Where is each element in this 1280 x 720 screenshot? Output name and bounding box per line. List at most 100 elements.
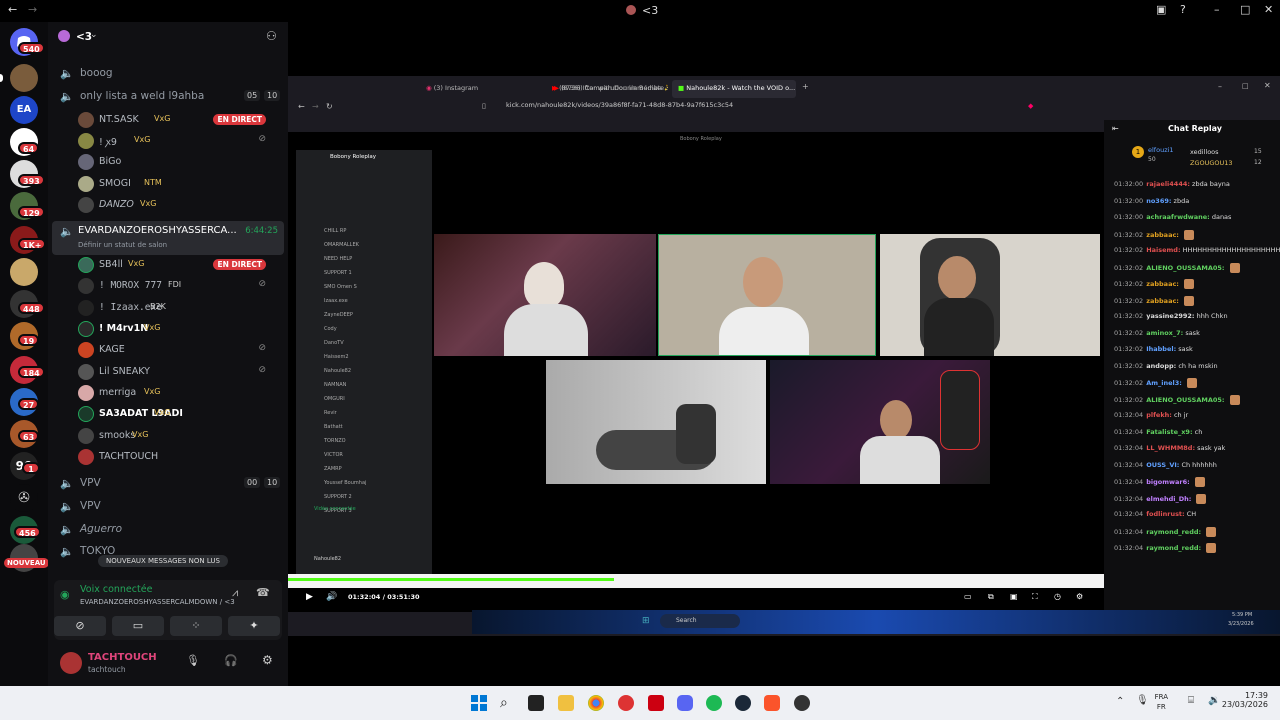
browser-tab[interactable]: ▶ (8736) Comparution immédiate : jug... bbox=[548, 80, 670, 98]
reload-icon[interactable]: ↻ bbox=[326, 102, 333, 111]
language-indicator[interactable]: FRA FR bbox=[1155, 692, 1168, 712]
search-icon[interactable]: ⌕ bbox=[500, 695, 516, 711]
browser-tab-active[interactable]: ■ Nahoule82k - Watch the VOID o... bbox=[672, 80, 796, 98]
chat-username[interactable]: zabbaac: bbox=[1146, 231, 1179, 239]
chat-username[interactable]: OUSS_VI: bbox=[1146, 461, 1179, 469]
voice-user[interactable]: ! M4rv1N VxG bbox=[78, 319, 278, 339]
back-arrow-icon[interactable]: ← bbox=[8, 3, 17, 16]
collapse-chat-icon[interactable]: ⇤ bbox=[1112, 124, 1119, 133]
headphones-icon[interactable]: 🎧 bbox=[224, 654, 238, 667]
new-messages-pill[interactable]: NOUVEAUX MESSAGES NON LUS bbox=[98, 555, 228, 567]
extension-icon[interactable]: ◆ bbox=[1028, 102, 1033, 110]
chat-username[interactable]: zabbaac: bbox=[1146, 297, 1179, 305]
help-icon[interactable]: ? bbox=[1180, 3, 1186, 16]
chat-username[interactable]: rajaeli4444: bbox=[1146, 180, 1190, 188]
server-icon[interactable] bbox=[10, 64, 38, 92]
channel-status-hint[interactable]: Définir un statut de salon bbox=[78, 241, 167, 249]
voice-user[interactable]: NT.SASK VxG EN DIRECT bbox=[78, 110, 278, 130]
voice-channel-path[interactable]: EVARDANZOEROSHYASSERCALMDOWN / <3 bbox=[80, 598, 235, 606]
new-tab-icon[interactable]: + bbox=[802, 82, 809, 91]
maximize-icon[interactable]: □ bbox=[1240, 3, 1250, 16]
app-icon[interactable] bbox=[618, 695, 634, 711]
add-member-icon[interactable]: ⚇ bbox=[266, 29, 277, 43]
steam-icon[interactable] bbox=[735, 695, 751, 711]
voice-user[interactable]: smooks VxG bbox=[78, 426, 278, 446]
chat-username[interactable]: Haisemd: bbox=[1146, 246, 1180, 254]
minimize-icon[interactable]: – bbox=[1218, 82, 1222, 91]
voice-user[interactable]: SB4ll VxG EN DIRECT bbox=[78, 255, 278, 275]
browser-tab[interactable]: ◉ (3) Instagram bbox=[420, 80, 540, 98]
inbox-icon[interactable]: ▣ bbox=[1156, 3, 1166, 16]
disconnect-icon[interactable]: ☎ bbox=[256, 586, 270, 599]
chat-username[interactable]: plfekh: bbox=[1146, 411, 1172, 419]
clip-icon[interactable]: ⧉ bbox=[988, 592, 994, 602]
forward-arrow-icon[interactable]: → bbox=[28, 3, 37, 16]
back-icon[interactable]: ← bbox=[298, 102, 305, 111]
chat-username[interactable]: Ihabbel: bbox=[1146, 345, 1176, 353]
chevron-down-icon[interactable]: ⌄ bbox=[90, 30, 98, 40]
chat-username[interactable]: ALIENO_OUSSAMA05: bbox=[1146, 396, 1224, 404]
play-icon[interactable]: ▶ bbox=[306, 592, 313, 602]
voice-user[interactable]: ! Izaax.exe B2K bbox=[78, 298, 278, 318]
windows-start-icon[interactable] bbox=[471, 695, 487, 711]
voice-user[interactable]: KAGE ⊘ bbox=[78, 340, 278, 360]
voice-user[interactable]: TACHTOUCH bbox=[78, 447, 278, 467]
soundboard-button[interactable]: ✦ bbox=[228, 616, 280, 636]
voice-channel[interactable]: 🔈 Aguerro bbox=[56, 520, 282, 540]
camera-off-button[interactable]: ⊘ bbox=[54, 616, 106, 636]
bookmark-icon[interactable]: ▯ bbox=[482, 102, 486, 110]
voice-user[interactable]: BiGo bbox=[78, 152, 278, 172]
chat-username[interactable]: ALIENO_OUSSAMA05: bbox=[1146, 264, 1224, 272]
camera-tile[interactable] bbox=[434, 234, 656, 356]
chat-username[interactable]: Am_inel3: bbox=[1146, 379, 1182, 387]
forward-icon[interactable]: → bbox=[312, 102, 319, 111]
task-view-icon[interactable] bbox=[528, 695, 544, 711]
chat-username[interactable]: no369: bbox=[1146, 197, 1171, 205]
microphone-icon[interactable]: 🎙 bbox=[1136, 695, 1149, 706]
voice-channel[interactable]: 🔈 only lista a weld l9ahba 05 10 bbox=[56, 87, 282, 107]
adobe-icon[interactable] bbox=[648, 695, 664, 711]
system-clock[interactable]: 17:39 23/03/2026 bbox=[1222, 691, 1268, 709]
noise-suppression-icon[interactable]: ⩘ bbox=[232, 586, 238, 600]
chat-username[interactable]: andopp: bbox=[1146, 362, 1176, 370]
voice-user[interactable]: ! ꭗ9 VxG ⊘ bbox=[78, 131, 278, 151]
chat-username[interactable]: aminox_7: bbox=[1146, 329, 1183, 337]
chat-username[interactable]: raymond_redd: bbox=[1146, 528, 1201, 536]
volume-icon[interactable]: 🔊 bbox=[326, 592, 337, 602]
new-unread-pill[interactable]: NOUVEAU bbox=[4, 558, 49, 568]
close-icon[interactable]: ✕ bbox=[1264, 3, 1273, 16]
voice-status[interactable]: Voix connectée bbox=[80, 584, 152, 595]
maximize-icon[interactable]: □ bbox=[1242, 82, 1249, 90]
address-bar[interactable]: kick.com/nahoule82k/videos/39a86f8f-fa71… bbox=[506, 101, 733, 109]
activities-button[interactable]: ⁘ bbox=[170, 616, 222, 636]
settings-gear-icon[interactable]: ⚙ bbox=[1076, 592, 1083, 601]
server-icon[interactable]: ✇ bbox=[10, 484, 38, 512]
settings-gear-icon[interactable]: ⚙ bbox=[262, 653, 273, 667]
chat-username[interactable]: achraafrwdwane: bbox=[1146, 213, 1210, 221]
ea-server-icon[interactable]: EA bbox=[10, 96, 38, 124]
fullscreen-icon[interactable]: ⛶ bbox=[1032, 592, 1038, 602]
camera-tile[interactable] bbox=[770, 360, 990, 484]
volume-icon[interactable]: 🔉 bbox=[1208, 695, 1220, 706]
screen-share-button[interactable]: ▭ bbox=[112, 616, 164, 636]
microphone-icon[interactable]: 🎙 bbox=[186, 654, 200, 667]
chat-username[interactable]: raymond_redd: bbox=[1146, 544, 1201, 552]
theater-mode-icon[interactable]: ▭ bbox=[964, 592, 972, 601]
brave-icon[interactable] bbox=[764, 695, 780, 711]
file-explorer-icon[interactable] bbox=[558, 695, 574, 711]
video-player[interactable]: Bobony Roleplay Bobony Roleplay CHILL RP… bbox=[288, 132, 1104, 612]
spotify-icon[interactable] bbox=[706, 695, 722, 711]
chrome-icon[interactable] bbox=[588, 695, 604, 711]
camera-tile[interactable] bbox=[546, 360, 766, 484]
chat-username[interactable]: bigomwar6: bbox=[1146, 478, 1190, 486]
avatar[interactable] bbox=[60, 652, 82, 674]
chat-username[interactable]: zabbaac: bbox=[1146, 280, 1179, 288]
voice-user[interactable]: ! MOROX 777 FDI ⊘ bbox=[78, 276, 278, 296]
chat-username[interactable]: fodlinrust: bbox=[1146, 510, 1184, 518]
voice-user[interactable]: DANZO VxG bbox=[78, 195, 278, 215]
chat-username[interactable]: Fataliste_x9: bbox=[1146, 428, 1192, 436]
voice-user[interactable]: merriga VxG bbox=[78, 383, 278, 403]
camera-tile[interactable] bbox=[658, 234, 876, 356]
server-icon[interactable] bbox=[10, 258, 38, 286]
voice-channel[interactable]: 🔈 VPV bbox=[56, 497, 282, 517]
